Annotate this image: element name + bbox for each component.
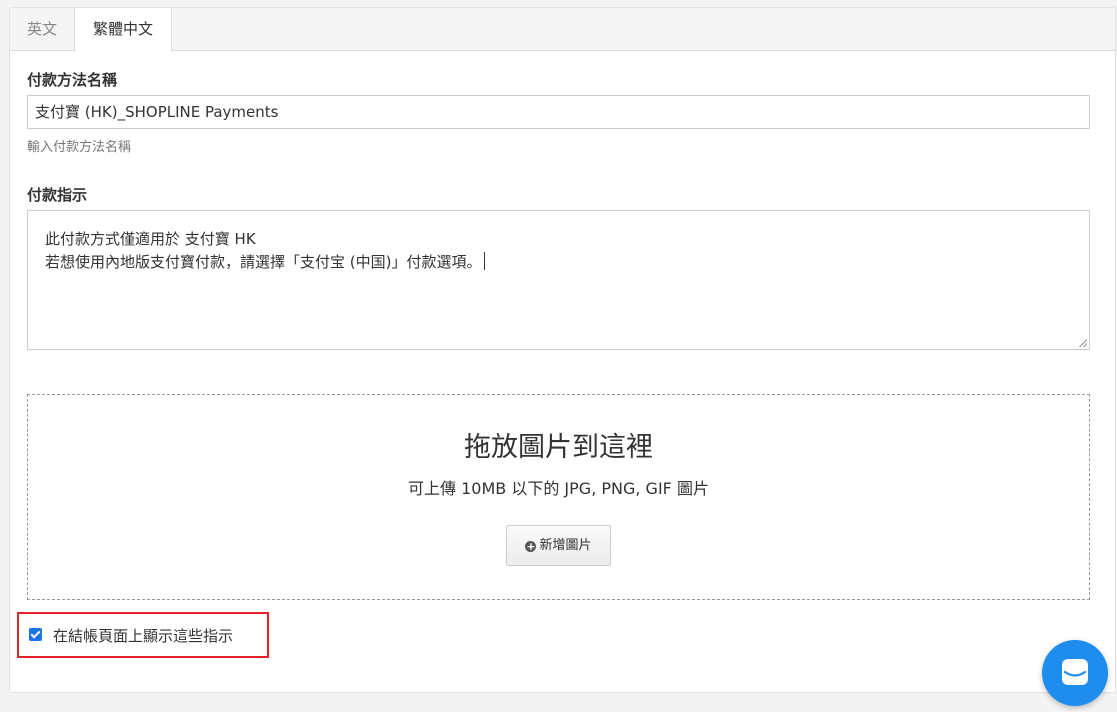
dropzone-title: 拖放圖片到這裡: [464, 432, 653, 463]
instructions-line-1: 此付款方式僅適用於 支付寶 HK: [45, 230, 256, 248]
image-dropzone[interactable]: 拖放圖片到這裡 可上傳 10MB 以下的 JPG, PNG, GIF 圖片 + 新…: [27, 394, 1090, 600]
tab-english[interactable]: 英文: [10, 8, 74, 51]
payment-name-label: 付款方法名稱: [27, 71, 118, 89]
chat-launcher-button[interactable]: [1042, 640, 1108, 706]
add-image-label: 新增圖片: [539, 538, 592, 553]
show-instructions-highlight: 在結帳頁面上顯示這些指示: [17, 612, 269, 658]
plus-circle-icon: +: [525, 540, 537, 553]
language-tabs: 英文 繁體中文: [10, 8, 1115, 52]
instructions-label: 付款指示: [27, 186, 88, 204]
payment-settings-panel: 英文 繁體中文 付款方法名稱 支付寶 (HK)_SHOPLINE Payment…: [9, 7, 1116, 693]
tab-traditional-chinese[interactable]: 繁體中文: [74, 8, 172, 52]
show-instructions-label[interactable]: 在結帳頁面上顯示這些指示: [53, 625, 233, 646]
show-instructions-checkbox[interactable]: [29, 628, 42, 641]
text-caret: [484, 252, 486, 270]
add-image-button[interactable]: + 新增圖片: [506, 525, 611, 566]
chat-icon: [1062, 659, 1088, 685]
payment-name-help: 輸入付款方法名稱: [27, 140, 132, 155]
payment-name-input[interactable]: 支付寶 (HK)_SHOPLINE Payments: [27, 95, 1090, 129]
instructions-line-2: 若想使用內地版支付寶付款，請選擇「支付宝 (中国)」付款選項。: [45, 251, 1072, 274]
instructions-textarea[interactable]: 此付款方式僅適用於 支付寶 HK 若想使用內地版支付寶付款，請選擇「支付宝 (中…: [27, 210, 1090, 350]
instructions-line-2-text: 若想使用內地版支付寶付款，請選擇「支付宝 (中国)」付款選項。: [45, 253, 482, 271]
resize-handle[interactable]: [1079, 339, 1087, 347]
dropzone-subtitle: 可上傳 10MB 以下的 JPG, PNG, GIF 圖片: [408, 479, 709, 498]
